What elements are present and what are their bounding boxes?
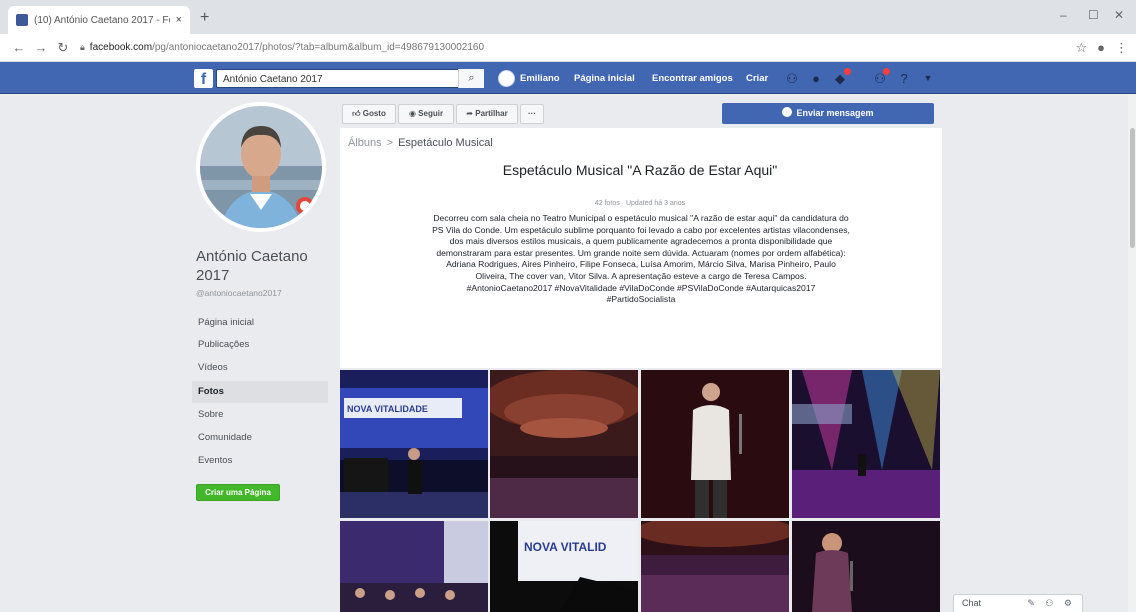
nav-find-friends-link[interactable]: Encontrar amigos: [652, 70, 733, 87]
album-photo-5[interactable]: [340, 521, 488, 612]
url-input[interactable]: 🔒︎ facebook.com /pg/antoniocaetano2017/p…: [80, 38, 1065, 58]
window-close-button[interactable]: ✕: [1114, 8, 1124, 22]
rss-icon: ◉: [408, 109, 416, 118]
album-photo-3[interactable]: [641, 370, 789, 518]
user-avatar[interactable]: [498, 70, 515, 87]
forward-icon[interactable]: →: [30, 40, 52, 55]
browser-tab[interactable]: (10) António Caetano 2017 - Fo ×: [8, 6, 190, 34]
album-description: Decorreu com sala cheia no Teatro Munici…: [432, 213, 850, 305]
create-page-button[interactable]: Criar uma Página: [196, 484, 280, 501]
share-arrow-icon: ➦: [466, 109, 473, 118]
follow-label: Seguir: [418, 109, 444, 118]
new-tab-button[interactable]: +: [200, 9, 209, 27]
sidebar-item-events[interactable]: Eventos: [192, 450, 328, 472]
notification-badge: [843, 67, 852, 76]
facebook-search-input[interactable]: António Caetano 2017: [216, 69, 484, 88]
browser-menu-icon[interactable]: ⋮: [1115, 40, 1128, 56]
nav-home-link[interactable]: Página inicial: [574, 70, 635, 87]
like-button[interactable]: 👍︎ Gosto: [342, 104, 396, 124]
album-photo-2[interactable]: [490, 370, 638, 518]
window-minimize-button[interactable]: –: [1060, 8, 1067, 22]
facebook-favicon-icon: [16, 14, 28, 26]
address-bar: ← → ↻ 🔒︎ facebook.com /pg/antoniocaetano…: [0, 34, 1136, 62]
url-path: /pg/antoniocaetano2017/photos/?tab=album…: [152, 42, 485, 53]
send-message-button[interactable]: Enviar mensagem: [722, 103, 934, 124]
breadcrumb: Álbuns > Espetáculo Musical: [348, 137, 493, 149]
chat-bar[interactable]: Chat ✎ ⚇ ⚙: [953, 594, 1083, 612]
back-icon[interactable]: ←: [8, 40, 30, 55]
album-photo-1[interactable]: NOVA VITALIDADE: [340, 370, 488, 518]
sidebar-item-photos[interactable]: Fotos: [192, 381, 328, 403]
sidebar-item-posts[interactable]: Publicações: [192, 334, 328, 356]
album-photo-6[interactable]: NOVA VITALID: [490, 521, 638, 612]
nav-profile-link[interactable]: Emiliano: [520, 70, 560, 87]
reload-icon[interactable]: ↻: [52, 40, 74, 56]
album-photo-8[interactable]: [792, 521, 940, 612]
account-icon[interactable]: ●: [1097, 40, 1105, 55]
url-host: facebook.com: [89, 42, 153, 53]
messenger-bubble-icon: [782, 107, 793, 117]
breadcrumb-albums-link[interactable]: Álbuns: [348, 137, 382, 149]
breadcrumb-separator-icon: >: [386, 137, 394, 149]
profile-photo-image: [200, 106, 322, 228]
send-message-label: Enviar mensagem: [796, 108, 874, 118]
browser-tab-bar: (10) António Caetano 2017 - Fo × + – ☐ ✕: [0, 0, 1136, 34]
photo-1-banner-text: NOVA VITALIDADE: [347, 404, 428, 414]
facebook-top-bar: f António Caetano 2017 ⌕ Emiliano Página…: [0, 62, 1136, 94]
album-title: Espetáculo Musical "A Razão de Estar Aqu…: [502, 162, 778, 178]
nav-create-link[interactable]: Criar: [746, 70, 768, 87]
page-handle[interactable]: @antoniocaetano2017: [196, 288, 330, 298]
tab-close-icon[interactable]: ×: [176, 14, 182, 26]
share-button[interactable]: ➦ Partilhar: [456, 104, 518, 124]
facebook-logo-icon[interactable]: f: [194, 69, 213, 88]
like-label: Gosto: [362, 109, 386, 118]
photo-6-banner-text: NOVA VITALID: [524, 540, 607, 554]
thumbs-up-icon: 👍︎: [352, 109, 361, 118]
lock-icon: 🔒︎: [80, 42, 85, 52]
follow-button[interactable]: ◉ Seguir: [398, 104, 454, 124]
bookmark-star-icon[interactable]: ☆: [1075, 40, 1087, 56]
more-button[interactable]: ···: [520, 104, 544, 124]
album-photo-4[interactable]: [792, 370, 940, 518]
page-scrollbar-thumb[interactable]: [1130, 128, 1135, 248]
window-maximize-button[interactable]: ☐: [1088, 8, 1099, 22]
messenger-icon[interactable]: ●: [808, 70, 824, 87]
friend-requests-icon[interactable]: ⚇: [784, 70, 800, 87]
sidebar-item-community[interactable]: Comunidade: [192, 427, 328, 449]
groups-badge: [882, 67, 891, 76]
sidebar-item-videos[interactable]: Vídeos: [192, 357, 328, 379]
share-label: Partilhar: [475, 109, 508, 118]
account-menu-chevron-down-icon[interactable]: ▼: [920, 70, 936, 87]
help-icon[interactable]: ?: [896, 70, 912, 87]
breadcrumb-current: Espetáculo Musical: [398, 137, 493, 149]
search-icon[interactable]: ⌕: [458, 69, 484, 88]
sidebar-item-home[interactable]: Página inicial: [192, 312, 328, 334]
page-title[interactable]: António Caetano 2017: [196, 247, 326, 285]
chat-label: Chat: [962, 598, 982, 608]
tab-title: (10) António Caetano 2017 - Fo: [34, 14, 170, 26]
album-meta: 42 fotos · Updated há 3 anos: [594, 200, 686, 207]
chat-options-icon[interactable]: ✎ ⚇ ⚙: [1027, 595, 1076, 612]
album-photo-7[interactable]: [641, 521, 789, 612]
page-profile-picture[interactable]: [196, 102, 326, 232]
sidebar-item-about[interactable]: Sobre: [192, 404, 328, 426]
